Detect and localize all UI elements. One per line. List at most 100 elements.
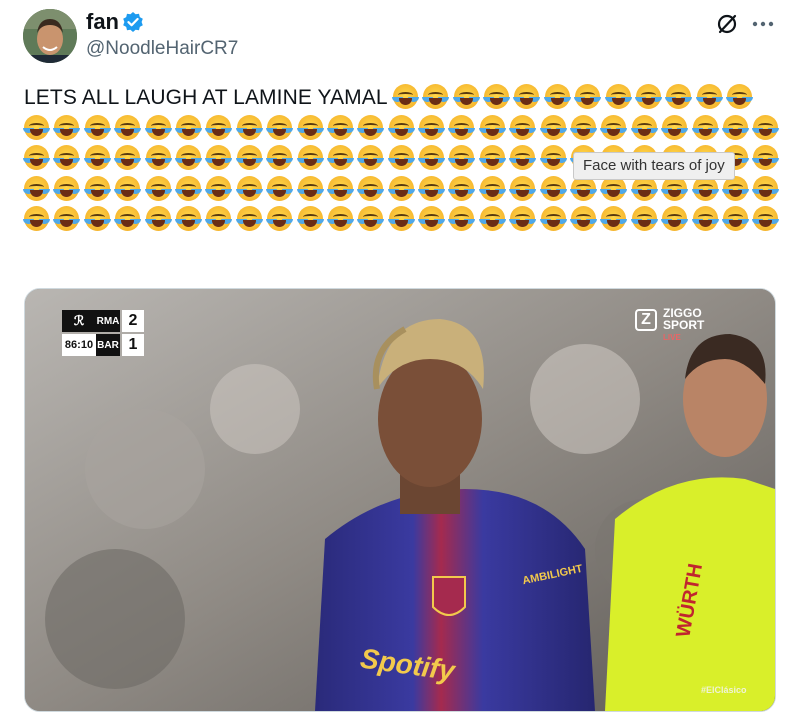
face-with-tears-of-joy-icon <box>297 114 323 140</box>
face-with-tears-of-joy-icon <box>267 175 293 201</box>
face-with-tears-of-joy-icon <box>540 206 566 231</box>
more-options-button[interactable] <box>748 9 778 39</box>
face-with-tears-of-joy-icon <box>327 206 353 231</box>
face-with-tears-of-joy-icon <box>327 175 353 201</box>
face-with-tears-of-joy-icon <box>479 206 505 231</box>
face-with-tears-of-joy-icon <box>753 206 779 231</box>
face-with-tears-of-joy-icon <box>206 175 232 201</box>
face-with-tears-of-joy-icon <box>696 84 722 109</box>
more-dots-icon <box>752 21 774 27</box>
face-with-tears-of-joy-icon <box>24 175 49 201</box>
face-with-tears-of-joy-icon <box>84 145 110 170</box>
face-with-tears-of-joy-icon <box>206 145 232 170</box>
face-with-tears-of-joy-icon <box>419 114 445 140</box>
face-with-tears-of-joy-icon <box>297 145 323 170</box>
face-with-tears-of-joy-icon <box>267 206 293 231</box>
face-with-tears-of-joy-icon <box>236 145 262 170</box>
face-with-tears-of-joy-icon <box>145 175 171 201</box>
face-with-tears-of-joy-icon <box>631 114 657 140</box>
face-with-tears-of-joy-icon <box>540 114 566 140</box>
face-with-tears-of-joy-icon <box>449 206 475 231</box>
face-with-tears-of-joy-icon <box>145 145 171 170</box>
face-with-tears-of-joy-icon <box>571 206 597 231</box>
face-with-tears-of-joy-icon <box>419 206 445 231</box>
live-indicator: LIVE <box>663 333 681 342</box>
face-with-tears-of-joy-icon <box>24 145 49 170</box>
face-with-tears-of-joy-icon <box>175 206 201 231</box>
face-with-tears-of-joy-icon <box>267 145 293 170</box>
face-with-tears-of-joy-icon <box>297 175 323 201</box>
away-team: BAR <box>96 334 120 356</box>
watermark: #ElClásico <box>701 685 747 695</box>
author-handle[interactable]: @NoodleHairCR7 <box>86 37 238 61</box>
broadcaster-logo-icon: Z <box>635 309 657 331</box>
away-score: 1 <box>122 334 144 356</box>
face-with-tears-of-joy-icon <box>449 145 475 170</box>
face-with-tears-of-joy-icon <box>24 114 49 140</box>
face-with-tears-of-joy-icon <box>236 206 262 231</box>
face-with-tears-of-joy-icon <box>267 114 293 140</box>
face-with-tears-of-joy-icon <box>722 206 748 231</box>
face-with-tears-of-joy-icon <box>692 114 718 140</box>
face-with-tears-of-joy-icon <box>692 206 718 231</box>
face-with-tears-of-joy-icon <box>175 145 201 170</box>
face-with-tears-of-joy-icon <box>327 114 353 140</box>
face-with-tears-of-joy-icon <box>479 145 505 170</box>
face-with-tears-of-joy-icon <box>753 145 779 170</box>
face-with-tears-of-joy-icon <box>753 175 779 201</box>
face-with-tears-of-joy-icon <box>575 84 601 109</box>
face-with-tears-of-joy-icon <box>84 206 110 231</box>
face-with-tears-of-joy-icon <box>631 206 657 231</box>
face-with-tears-of-joy-icon <box>297 206 323 231</box>
face-with-tears-of-joy-icon <box>54 145 80 170</box>
face-with-tears-of-joy-icon <box>236 175 262 201</box>
grok-button[interactable] <box>712 9 742 39</box>
face-with-tears-of-joy-icon <box>54 114 80 140</box>
author-display-name[interactable]: fan <box>86 9 119 35</box>
face-with-tears-of-joy-icon <box>479 175 505 201</box>
face-with-tears-of-joy-icon <box>514 84 540 109</box>
face-with-tears-of-joy-icon <box>206 206 232 231</box>
face-with-tears-of-joy-icon <box>115 175 141 201</box>
face-with-tears-of-joy-icon <box>358 114 384 140</box>
face-with-tears-of-joy-icon <box>54 206 80 231</box>
face-with-tears-of-joy-icon <box>175 114 201 140</box>
face-with-tears-of-joy-icon <box>358 206 384 231</box>
face-with-tears-of-joy-icon <box>392 84 418 109</box>
face-with-tears-of-joy-icon <box>449 114 475 140</box>
face-with-tears-of-joy-icon <box>449 175 475 201</box>
face-with-tears-of-joy-icon <box>115 145 141 170</box>
face-with-tears-of-joy-icon <box>662 114 688 140</box>
face-with-tears-of-joy-icon <box>115 114 141 140</box>
face-with-tears-of-joy-icon <box>453 84 479 109</box>
home-score: 2 <box>122 310 144 332</box>
face-with-tears-of-joy-icon <box>24 206 49 231</box>
broadcaster-name: ZIGGO SPORT <box>663 306 705 332</box>
face-with-tears-of-joy-icon <box>327 145 353 170</box>
face-with-tears-of-joy-icon <box>236 114 262 140</box>
face-with-tears-of-joy-icon <box>571 114 597 140</box>
face-with-tears-of-joy-icon <box>419 145 445 170</box>
face-with-tears-of-joy-icon <box>510 206 536 231</box>
face-with-tears-of-joy-icon <box>544 84 570 109</box>
face-with-tears-of-joy-icon <box>419 175 445 201</box>
author-avatar[interactable] <box>23 9 77 63</box>
face-with-tears-of-joy-icon <box>753 114 779 140</box>
tweet-media-image[interactable]: ℛ RMA 2 86:10 BAR 1 Z ZIGGO SPORT LIVE A… <box>24 288 776 712</box>
match-clock: 86:10 <box>62 334 96 356</box>
face-with-tears-of-joy-icon <box>84 175 110 201</box>
face-with-tears-of-joy-icon <box>175 175 201 201</box>
face-with-tears-of-joy-icon <box>510 175 536 201</box>
face-with-tears-of-joy-icon <box>206 114 232 140</box>
face-with-tears-of-joy-icon <box>388 114 414 140</box>
face-with-tears-of-joy-icon <box>388 206 414 231</box>
face-with-tears-of-joy-icon <box>358 145 384 170</box>
home-team: RMA <box>96 310 120 332</box>
face-with-tears-of-joy-icon <box>479 114 505 140</box>
face-with-tears-of-joy-icon <box>145 206 171 231</box>
face-with-tears-of-joy-icon <box>510 145 536 170</box>
verified-badge-icon <box>122 11 144 33</box>
face-with-tears-of-joy-icon <box>388 145 414 170</box>
face-with-tears-of-joy-icon <box>54 175 80 201</box>
face-with-tears-of-joy-icon <box>145 114 171 140</box>
